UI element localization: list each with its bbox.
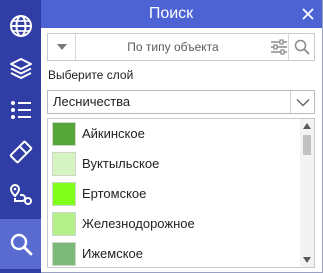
search-type-dropdown[interactable] (48, 34, 76, 60)
layer-select-label: Выберите слой (48, 68, 134, 82)
layer-select-value: Лесничества (53, 94, 131, 109)
list-icon (10, 101, 31, 119)
color-swatch (52, 212, 76, 236)
search-button[interactable] (0, 219, 41, 269)
filter-settings-button[interactable] (268, 36, 290, 58)
sliders-icon (271, 39, 287, 55)
search-bar (47, 33, 315, 61)
list-item[interactable]: Железнодорожное (48, 209, 300, 239)
route-icon (9, 183, 32, 205)
color-swatch (52, 242, 76, 266)
list-scrollbar[interactable] (300, 119, 314, 267)
globe-button[interactable] (0, 6, 41, 46)
layer-select-toggle[interactable] (290, 91, 314, 113)
layer-select[interactable]: Лесничества (47, 90, 315, 114)
list-item[interactable]: Айкинское (48, 119, 300, 149)
list-item-label: Ертомское (82, 186, 147, 201)
panel-title: Поиск (148, 5, 194, 22)
layers-icon (9, 58, 32, 79)
search-panel: Поиск По типу объекта Выберите слой Лесн… (41, 0, 323, 273)
list-item[interactable]: Вуктыльское (48, 149, 300, 179)
list-item-label: Железнодорожное (82, 216, 195, 231)
layer-items-list: Ижемское Железнодорожное Ертомское Вуктыльс… (47, 118, 315, 268)
scroll-down-icon[interactable] (302, 256, 312, 264)
globe-icon (9, 15, 32, 37)
panel-header: Поиск (41, 0, 322, 28)
caret-down-icon (56, 44, 67, 50)
list-item-label: Ижемское (82, 246, 144, 261)
scroll-thumb[interactable] (303, 135, 311, 155)
route-button[interactable] (0, 174, 41, 214)
layers-button[interactable] (0, 48, 41, 88)
magnifier-icon (294, 39, 310, 55)
list-item[interactable]: Ижемское (48, 239, 300, 267)
list-button[interactable] (0, 90, 41, 130)
color-swatch (52, 122, 76, 146)
list-item-label: Айкинское (82, 126, 145, 141)
color-swatch (52, 182, 76, 206)
search-input[interactable] (78, 34, 268, 60)
search-icon (10, 233, 32, 256)
chevron-down-icon (295, 98, 310, 107)
left-toolbar (0, 0, 41, 273)
eraser-icon (9, 140, 32, 164)
color-swatch (52, 152, 76, 176)
scroll-up-icon[interactable] (302, 122, 312, 130)
list-item-label: Вуктыльское (82, 156, 160, 171)
list-item[interactable]: Ертомское (48, 179, 300, 209)
search-submit-button[interactable] (288, 34, 314, 60)
eraser-button[interactable] (0, 132, 41, 172)
close-icon[interactable] (300, 6, 316, 22)
